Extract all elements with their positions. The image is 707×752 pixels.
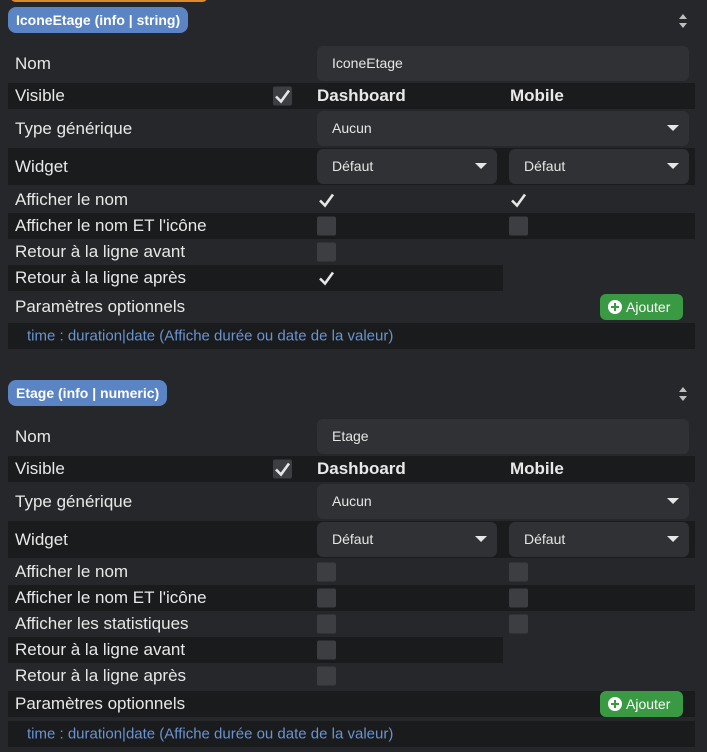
option-label: Afficher le nom <box>15 562 129 581</box>
row-type-generique: Type générique Aucun <box>8 484 695 519</box>
chevron-down-icon <box>475 536 487 542</box>
type-generique-label: Type générique <box>15 118 133 138</box>
command-badge: IconeEtage (info | string) <box>8 7 189 33</box>
parameter-text: time : duration|date (Affiche durée ou d… <box>27 327 394 345</box>
row-retour-avant: Retour à la ligne avant <box>8 239 503 265</box>
row-retour-apres: Retour à la ligne après <box>8 265 503 291</box>
plus-circle-icon <box>608 697 622 711</box>
widget-mobile-select[interactable]: Défaut <box>509 522 689 557</box>
parametres-label: Paramètres optionnels <box>15 297 186 316</box>
row-retour-apres: Retour à la ligne après <box>8 663 503 689</box>
nom-label: Nom <box>15 426 51 446</box>
row-widget: Widget Défaut Défaut <box>8 148 695 185</box>
widget-label: Widget <box>15 156 68 176</box>
type-generique-select[interactable]: Aucun <box>317 111 689 146</box>
afficher-nom-mobile-checkbox[interactable] <box>509 191 528 210</box>
widget-dashboard-value: Défaut <box>332 158 374 174</box>
chevron-down-icon <box>667 163 679 169</box>
option-label: Retour à la ligne avant <box>15 640 186 659</box>
row-afficher-nom-icone: Afficher le nom ET l'icône <box>8 585 695 611</box>
widget-mobile-select[interactable]: Défaut <box>509 149 689 184</box>
type-generique-label: Type générique <box>15 491 133 511</box>
row-nom: Nom IconeEtage <box>8 46 695 81</box>
afficher-nom-dashboard-checkbox[interactable] <box>317 562 336 582</box>
chevron-down-icon <box>667 498 679 504</box>
option-label: Afficher le nom <box>15 190 129 209</box>
widget-label: Widget <box>15 529 68 549</box>
row-parametres: Paramètres optionnels Ajouter <box>8 691 695 717</box>
nom-label: Nom <box>15 53 51 73</box>
row-afficher-nom: Afficher le nom <box>8 559 695 585</box>
afficher-statistiques-mobile-checkbox[interactable] <box>509 614 528 634</box>
widget-dashboard-value: Défaut <box>332 531 374 547</box>
type-generique-value: Aucun <box>332 120 372 136</box>
sort-icon[interactable] <box>678 386 688 402</box>
row-visible: Visible Dashboard Mobile <box>8 83 695 109</box>
visible-checkbox[interactable] <box>273 86 292 106</box>
top-accent-bar <box>10 0 208 2</box>
chevron-down-icon <box>667 536 679 542</box>
row-visible: Visible Dashboard Mobile <box>8 456 695 482</box>
row-parametres: Paramètres optionnels Ajouter <box>8 294 695 320</box>
afficher-nom-icone-mobile-checkbox[interactable] <box>509 216 528 236</box>
visible-label: Visible <box>15 86 65 105</box>
retour-avant-checkbox[interactable] <box>317 640 336 660</box>
row-type-generique: Type générique Aucun <box>8 111 695 146</box>
row-afficher-nom: Afficher le nom <box>8 187 695 213</box>
sort-icon[interactable] <box>678 13 688 29</box>
afficher-nom-icone-dashboard-checkbox[interactable] <box>317 216 336 236</box>
afficher-statistiques-dashboard-checkbox[interactable] <box>317 614 336 634</box>
afficher-nom-icone-mobile-checkbox[interactable] <box>509 588 528 608</box>
option-label: Afficher les statistiques <box>15 614 189 633</box>
parameter-row: time : duration|date (Affiche durée ou d… <box>8 323 695 349</box>
option-label: Retour à la ligne avant <box>15 242 186 261</box>
add-button-label: Ajouter <box>626 696 671 712</box>
option-label: Retour à la ligne après <box>15 666 187 685</box>
parameter-row: time : duration|date (Affiche durée ou d… <box>8 721 695 747</box>
widget-dashboard-select[interactable]: Défaut <box>317 522 497 557</box>
afficher-nom-icone-dashboard-checkbox[interactable] <box>317 588 336 608</box>
chevron-down-icon <box>667 125 679 131</box>
dashboard-column-header: Dashboard <box>317 459 406 478</box>
visible-label: Visible <box>15 459 65 478</box>
option-label: Afficher le nom ET l'icône <box>15 588 207 607</box>
parametres-label: Paramètres optionnels <box>15 694 186 713</box>
nom-input[interactable]: Etage <box>317 419 689 454</box>
option-label: Retour à la ligne après <box>15 268 187 287</box>
type-generique-select[interactable]: Aucun <box>317 484 689 519</box>
chevron-down-icon <box>475 163 487 169</box>
option-label: Afficher le nom ET l'icône <box>15 216 207 235</box>
row-afficher-nom-icone: Afficher le nom ET l'icône <box>8 213 695 239</box>
add-parameter-button[interactable]: Ajouter <box>600 691 683 717</box>
type-generique-value: Aucun <box>332 493 372 509</box>
retour-apres-checkbox[interactable] <box>317 666 336 686</box>
plus-circle-icon <box>608 300 622 314</box>
visible-checkbox[interactable] <box>273 459 292 479</box>
add-parameter-button[interactable]: Ajouter <box>600 294 683 320</box>
mobile-column-header: Mobile <box>510 459 564 478</box>
row-afficher-statistiques: Afficher les statistiques <box>8 611 695 637</box>
retour-apres-checkbox[interactable] <box>317 269 336 288</box>
command-badge: Etage (info | numeric) <box>8 380 168 406</box>
widget-dashboard-select[interactable]: Défaut <box>317 149 497 184</box>
row-nom: Nom Etage <box>8 419 695 454</box>
row-widget: Widget Défaut Défaut <box>8 521 695 558</box>
afficher-nom-dashboard-checkbox[interactable] <box>317 191 336 210</box>
mobile-column-header: Mobile <box>510 86 564 105</box>
add-button-label: Ajouter <box>626 299 671 315</box>
dashboard-column-header: Dashboard <box>317 86 406 105</box>
nom-input[interactable]: IconeEtage <box>317 46 689 81</box>
retour-avant-checkbox[interactable] <box>317 242 336 262</box>
widget-mobile-value: Défaut <box>524 531 566 547</box>
widget-mobile-value: Défaut <box>524 158 566 174</box>
row-retour-avant: Retour à la ligne avant <box>8 637 503 663</box>
afficher-nom-mobile-checkbox[interactable] <box>509 562 528 582</box>
parameter-text: time : duration|date (Affiche durée ou d… <box>27 725 394 743</box>
